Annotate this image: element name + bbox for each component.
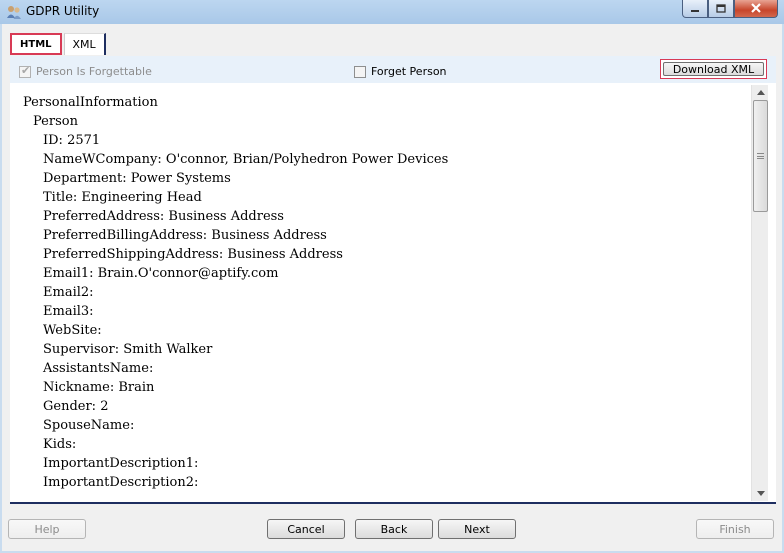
wizard-button-bar: Help Cancel Back Next Finish <box>2 510 782 551</box>
field-row: Gender: 2 <box>43 399 109 414</box>
finish-button[interactable]: Finish <box>696 519 774 539</box>
arrow-up-icon <box>756 88 765 97</box>
maximize-button[interactable] <box>708 0 734 18</box>
title-bar: GDPR Utility <box>0 0 784 24</box>
next-button[interactable]: Next <box>438 519 516 539</box>
window-title: GDPR Utility <box>26 4 100 18</box>
field-row: PreferredBillingAddress: Business Addres… <box>43 228 327 243</box>
arrow-down-icon <box>756 489 765 498</box>
grip-icon <box>757 153 764 159</box>
field-row: ImportantDescription2: <box>43 475 199 490</box>
forget-person-checkbox[interactable]: Forget Person <box>354 65 447 78</box>
field-row: AssistantsName: <box>43 361 154 376</box>
person-node: Person <box>33 114 78 129</box>
cancel-button[interactable]: Cancel <box>267 519 345 539</box>
field-row: Title: Engineering Head <box>43 190 202 205</box>
tab-html[interactable]: HTML <box>10 33 62 55</box>
field-row: Department: Power Systems <box>43 171 231 186</box>
field-row: Nickname: Brain <box>43 380 155 395</box>
field-row: WebSite: <box>43 323 102 338</box>
close-button[interactable] <box>734 0 778 18</box>
scrollbar-thumb[interactable] <box>753 100 768 212</box>
field-row: Email2: <box>43 285 94 300</box>
html-panel: ✔ Person Is Forgettable Forget Person Do… <box>10 56 776 504</box>
person-is-forgettable-checkbox[interactable]: ✔ Person Is Forgettable <box>19 63 152 78</box>
download-xml-label: Download XML <box>663 62 764 76</box>
view-tabs: HTML XML <box>10 33 108 56</box>
field-row: NameWCompany: O'connor, Brian/Polyhedron… <box>43 152 449 167</box>
checkmark-icon: ✔ <box>21 63 31 77</box>
vertical-scrollbar[interactable] <box>751 85 768 501</box>
minimize-icon <box>690 2 700 16</box>
checkbox-label: Person Is Forgettable <box>36 65 152 78</box>
root-node: PersonalInformation <box>23 95 158 110</box>
field-row: PreferredAddress: Business Address <box>43 209 284 224</box>
field-row: Kids: <box>43 437 77 452</box>
field-row: Supervisor: Smith Walker <box>43 342 213 357</box>
minimize-button[interactable] <box>682 0 708 18</box>
close-icon <box>750 2 762 16</box>
help-button[interactable]: Help <box>8 519 86 539</box>
field-row: PreferredShippingAddress: Business Addre… <box>43 247 343 262</box>
maximize-icon <box>716 2 726 16</box>
download-xml-button[interactable]: Download XML <box>660 59 767 79</box>
checkbox-box: ✔ <box>19 63 31 78</box>
options-bar: ✔ Person Is Forgettable Forget Person Do… <box>10 56 776 83</box>
scroll-up-button[interactable] <box>752 85 769 100</box>
field-row: Email1: Brain.O'connor@aptify.com <box>43 266 279 281</box>
personal-information-view: PersonalInformation Person ID: 2571 Name… <box>10 85 750 499</box>
dialog-client-area: HTML XML ✔ Person Is Forgettable Forget … <box>2 24 782 551</box>
app-users-icon <box>6 4 22 20</box>
scroll-down-button[interactable] <box>752 486 769 501</box>
checkbox-label: Forget Person <box>371 65 447 78</box>
field-row: ID: 2571 <box>43 133 101 148</box>
tab-xml[interactable]: XML <box>63 33 106 55</box>
field-row: ImportantDescription1: <box>43 456 199 471</box>
field-row: SpouseName: <box>43 418 135 433</box>
checkbox-box <box>354 65 366 78</box>
back-button[interactable]: Back <box>355 519 433 539</box>
field-row: Email3: <box>43 304 94 319</box>
